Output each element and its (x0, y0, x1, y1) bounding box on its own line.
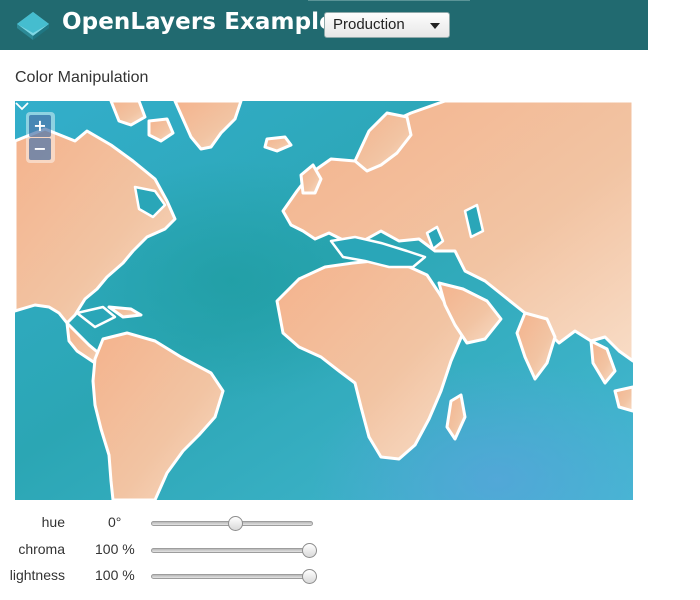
lightness-value: 100 % (95, 567, 135, 583)
attribution-chevron-icon[interactable] (15, 101, 29, 111)
page-title: Color Manipulation (15, 69, 149, 86)
lightness-slider-thumb[interactable] (302, 569, 317, 584)
hue-slider[interactable] (151, 516, 313, 531)
chroma-slider-track (151, 548, 313, 553)
chroma-label: chroma (18, 541, 65, 557)
zoom-in-button[interactable]: + (29, 115, 51, 137)
lightness-slider-track (151, 574, 313, 579)
chroma-slider-thumb[interactable] (302, 543, 317, 558)
lightness-control: lightness 100 % (10, 567, 335, 587)
chroma-control: chroma 100 % (15, 541, 335, 561)
lightness-label: lightness (9, 567, 65, 583)
openlayers-logo-icon (17, 12, 49, 40)
top-header: OpenLayers Examples Production (0, 0, 648, 50)
hue-label: hue (41, 514, 65, 530)
hue-slider-thumb[interactable] (228, 516, 244, 531)
header-divider (308, 0, 470, 1)
build-mode-select[interactable]: Production (324, 12, 450, 38)
lightness-slider[interactable] (151, 569, 317, 584)
world-map-image (15, 101, 633, 500)
brand-title[interactable]: OpenLayers Examples (62, 9, 349, 35)
zoom-control: + − (26, 112, 55, 163)
build-mode-selected: Production (333, 16, 405, 33)
chroma-slider[interactable] (151, 543, 317, 558)
chroma-value: 100 % (95, 541, 135, 557)
map-viewport[interactable]: + − (15, 101, 633, 500)
hue-control: hue 0° (15, 514, 335, 534)
chevron-down-icon (430, 23, 440, 29)
hue-value: 0° (108, 514, 122, 530)
zoom-out-button[interactable]: − (29, 138, 51, 160)
